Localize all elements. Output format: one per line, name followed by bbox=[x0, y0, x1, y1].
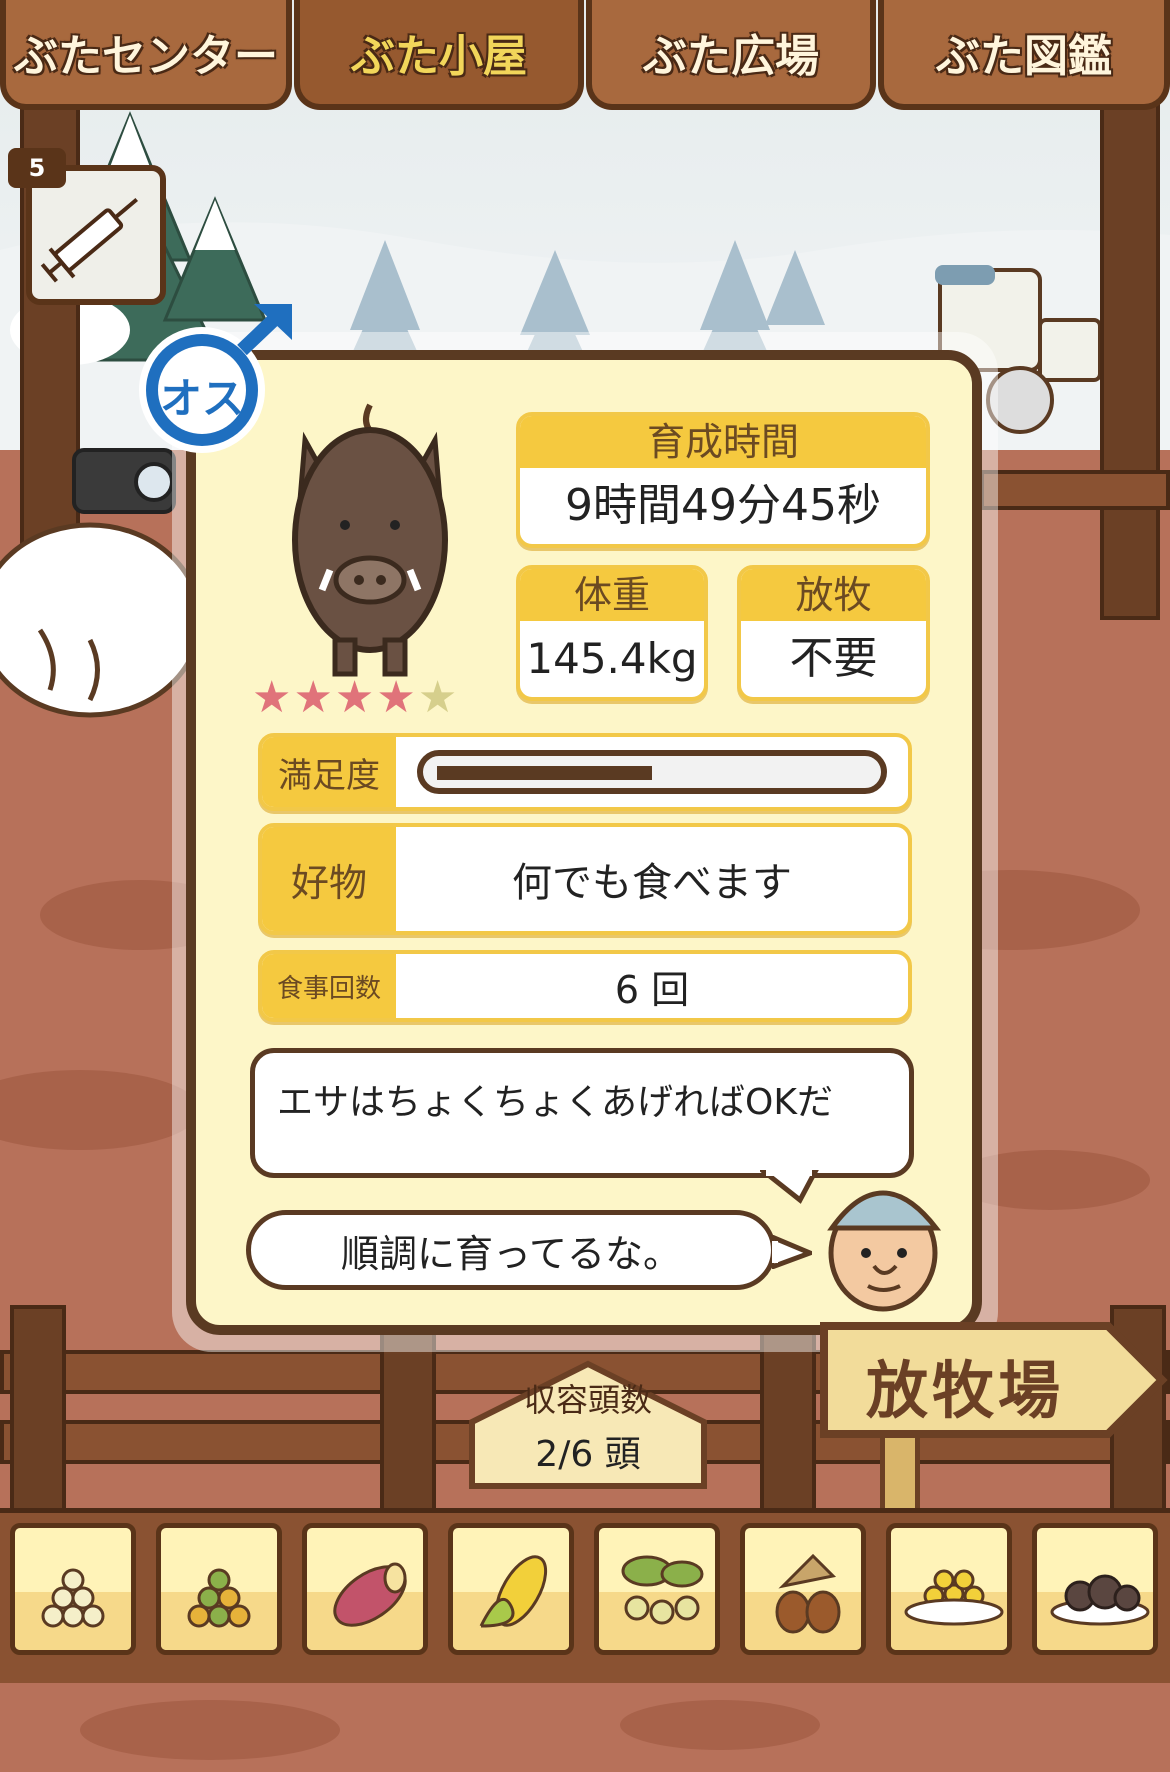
acorns-icon bbox=[775, 1553, 841, 1634]
truffle-plate-icon bbox=[1050, 1574, 1150, 1626]
tab-buta-shed[interactable]: ぶた小屋 bbox=[294, 0, 584, 110]
food-slot-grain[interactable] bbox=[10, 1523, 136, 1655]
tab-buta-plaza[interactable]: ぶた広場 bbox=[586, 0, 876, 110]
food-slot-acorns[interactable] bbox=[740, 1523, 866, 1655]
item-count-badge: 5 bbox=[8, 148, 66, 188]
tab-buta-center[interactable]: ぶたセンター bbox=[0, 0, 292, 110]
satisfaction-bar-fill bbox=[437, 766, 652, 780]
grazing-label: 放牧 bbox=[741, 569, 926, 621]
satisfaction-bar bbox=[417, 750, 887, 794]
star-filled-icon: ★ bbox=[252, 672, 294, 723]
bubble-tail bbox=[760, 1170, 819, 1204]
weight-value: 145.4kg bbox=[526, 634, 698, 683]
favorite-food-label: 好物 bbox=[262, 827, 396, 931]
farmer-avatar bbox=[827, 1190, 942, 1312]
rearing-time-label: 育成時間 bbox=[520, 416, 926, 468]
tab-buta-encyclopedia[interactable]: ぶた図鑑 bbox=[878, 0, 1170, 110]
boar-portrait bbox=[292, 403, 448, 677]
satisfaction-label: 満足度 bbox=[262, 737, 396, 807]
star-filled-icon: ★ bbox=[334, 672, 377, 723]
grazing-box: 放牧 不要 bbox=[737, 565, 930, 701]
pasture-sign-label[interactable]: 放牧場 bbox=[830, 1340, 1100, 1430]
rearing-time-value: 9時間49分45秒 bbox=[565, 480, 881, 531]
favorite-food-row: 好物 何でも食べます bbox=[258, 823, 912, 935]
satisfaction-row: 満足度 bbox=[258, 733, 912, 811]
fence-rail bbox=[980, 470, 1170, 510]
mixed-beans-icon bbox=[187, 1568, 251, 1628]
status-speech-bubble: 順調に育ってるな。 bbox=[246, 1210, 776, 1290]
food-slot-mixed-beans[interactable] bbox=[156, 1523, 282, 1655]
meal-count-value: 6 回 bbox=[614, 967, 690, 1012]
rearing-time-box: 育成時間 9時間49分45秒 bbox=[516, 412, 930, 548]
meal-count-label: 食事回数 bbox=[262, 954, 396, 1018]
tip-speech-bubble: エサはちょくちょくあげればOKだ bbox=[250, 1048, 914, 1178]
sweet-potato-icon bbox=[333, 1562, 407, 1627]
syringe-icon bbox=[40, 197, 139, 283]
food-slot-bowl-grains[interactable] bbox=[886, 1523, 1012, 1655]
star-empty-icon: ★ bbox=[417, 672, 460, 723]
capacity-label: 収容頭数 bbox=[523, 1381, 652, 1419]
pig-character[interactable] bbox=[0, 510, 200, 730]
satisfaction-bar-area bbox=[396, 737, 908, 807]
rating-stars: ★★★★★ bbox=[252, 672, 459, 723]
food-slot-sweet-potato[interactable] bbox=[302, 1523, 428, 1655]
favorite-food-value: 何でも食べます bbox=[512, 860, 792, 906]
meal-count-row: 食事回数 6 回 bbox=[258, 950, 912, 1022]
grazing-value: 不要 bbox=[789, 633, 878, 684]
fence-post bbox=[10, 1305, 66, 1525]
weight-label: 体重 bbox=[520, 569, 704, 621]
fence-post bbox=[1100, 100, 1160, 620]
food-slot-leafy-berries[interactable] bbox=[594, 1523, 720, 1655]
bowl-of-grains-icon bbox=[904, 1569, 1004, 1626]
capacity-value: 2/6 頭 bbox=[535, 1434, 641, 1475]
grain-pile-icon bbox=[41, 1568, 105, 1628]
status-message: 順調に育ってるな。 bbox=[340, 1231, 682, 1276]
food-slot-truffles[interactable] bbox=[1032, 1523, 1158, 1655]
tip-message: エサはちょくちょくあげればOKだ bbox=[277, 1082, 833, 1123]
leafy-berries-icon bbox=[621, 1555, 704, 1625]
corn-icon bbox=[479, 1555, 548, 1628]
star-filled-icon: ★ bbox=[293, 672, 335, 723]
food-slot-corn[interactable] bbox=[448, 1523, 574, 1655]
bubble-tail bbox=[772, 1235, 812, 1269]
gender-label: オス bbox=[159, 374, 244, 423]
weight-box: 体重 145.4kg bbox=[516, 565, 708, 701]
star-filled-icon: ★ bbox=[376, 672, 418, 723]
